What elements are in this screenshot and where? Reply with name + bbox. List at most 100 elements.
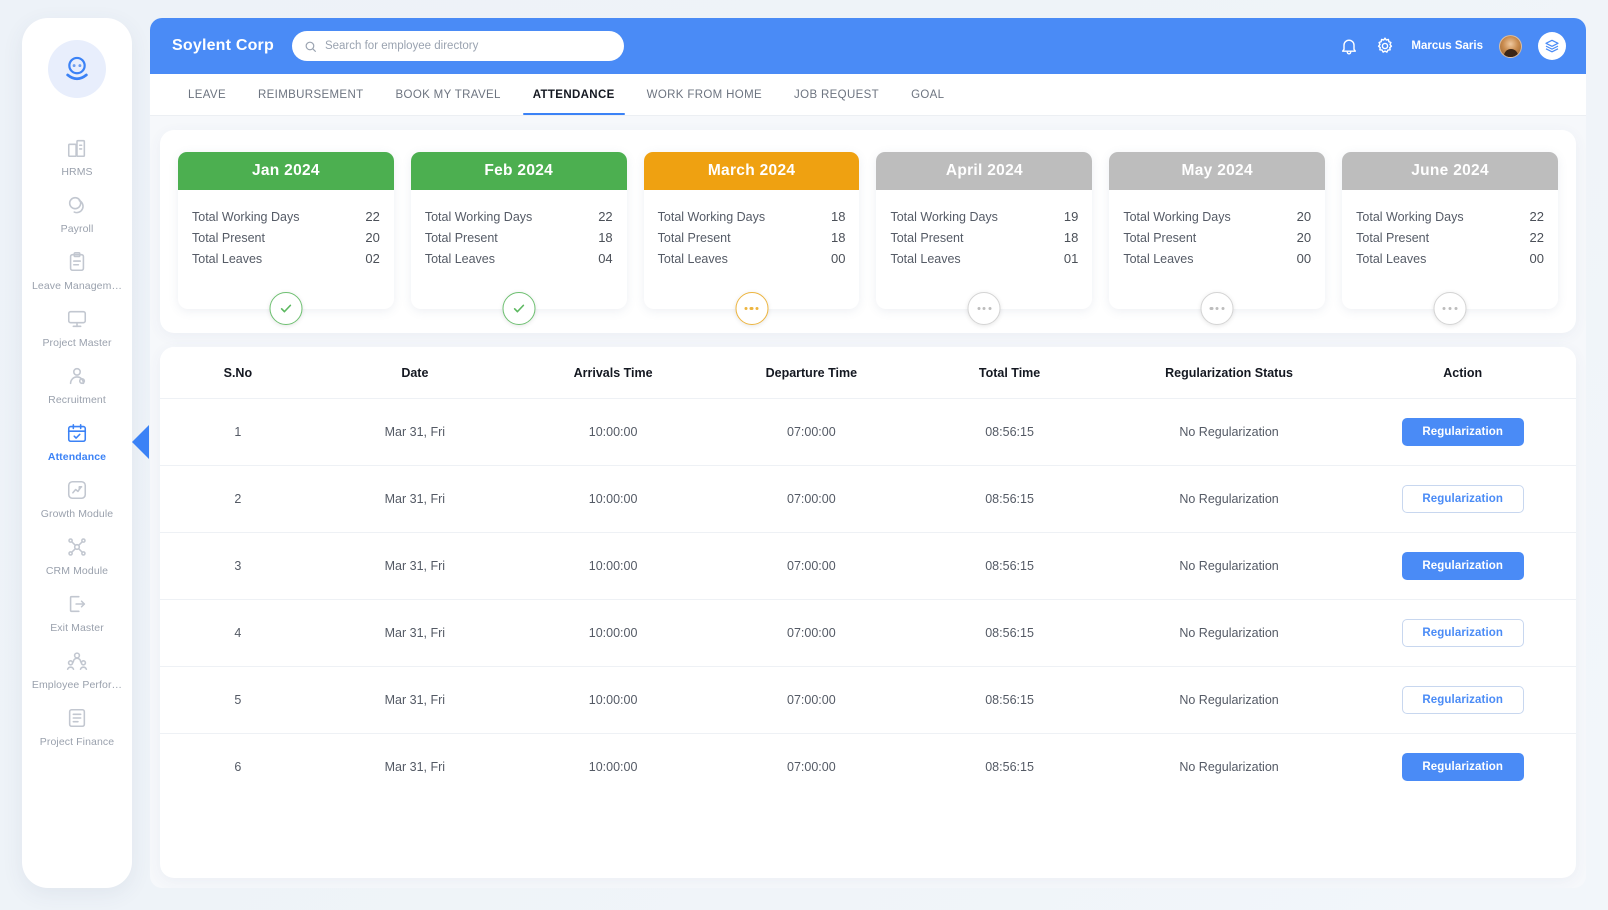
sidebar-item-exit-master[interactable]: Exit Master: [22, 584, 132, 641]
regularization-button[interactable]: Regularization: [1401, 753, 1524, 781]
regularization-button[interactable]: Regularization: [1401, 485, 1524, 513]
label-working-days: Total Working Days: [424, 210, 533, 224]
sidebar-item-hrms[interactable]: HRMS: [22, 128, 132, 185]
attendance-table-panel: S.No Date Arrivals Time Departure Time T…: [160, 347, 1576, 878]
table-row: 4 Mar 31, Fri 10:00:00 07:00:00 08:56:15 No R…: [160, 599, 1576, 667]
table-row: 5 Mar 31, Fri 10:00:00 07:00:00 08:56:15 No R…: [160, 666, 1576, 734]
month-card[interactable]: June 2024 Total Working Days 22 Total Prese…: [1342, 152, 1558, 325]
sidebar-item-payroll[interactable]: Payroll: [22, 185, 132, 242]
tab-reimbursement[interactable]: REIMBURSEMENT: [242, 74, 380, 115]
value-total-present: 18: [1063, 230, 1079, 245]
check-icon[interactable]: [502, 292, 536, 325]
file-finance-icon: [64, 705, 90, 731]
cell-regularization-status: No Regularization: [1108, 599, 1350, 667]
sidebar-item-leave-managem[interactable]: Leave Managem…: [22, 242, 132, 299]
regularization-button[interactable]: Regularization: [1401, 619, 1524, 647]
clipboard-icon: [64, 249, 90, 275]
ellipsis-icon[interactable]: [1200, 292, 1234, 325]
cell-sno: 4: [160, 599, 316, 667]
cell-regularization-status: No Regularization: [1108, 733, 1350, 800]
sidebar-item-project-finance[interactable]: Project Finance: [22, 698, 132, 755]
tab-book-my-travel[interactable]: BOOK MY TRAVEL: [380, 74, 517, 115]
sidebar-item-label: Payroll: [60, 223, 94, 235]
tab-work-from-home[interactable]: WORK FROM HOME: [631, 74, 778, 115]
main-area: Soylent Corp Search for employee directo…: [150, 18, 1586, 888]
cell-date: Mar 31, Fri: [315, 599, 514, 667]
cell-arrival-time: 10:00:00: [513, 532, 713, 600]
table-header-row: S.No Date Arrivals Time Departure Time T…: [160, 347, 1576, 399]
sidebar-item-label: Recruitment: [48, 394, 106, 406]
table-head: S.No Date Arrivals Time Departure Time T…: [160, 347, 1576, 399]
ellipsis-icon[interactable]: [967, 292, 1001, 325]
cell-date: Mar 31, Fri: [315, 733, 514, 800]
month-card-body: Total Working Days 22 Total Present 18 Total…: [411, 190, 627, 275]
row-working-days: Total Working Days 22: [192, 206, 380, 227]
sidebar-item-project-master[interactable]: Project Master: [22, 299, 132, 356]
th-departure: Departure Time: [712, 347, 911, 399]
cell-action: Regularization: [1349, 666, 1576, 734]
month-card[interactable]: Feb 2024 Total Working Days 22 Total Presen…: [410, 152, 627, 325]
cell-date: Mar 31, Fri: [315, 465, 514, 533]
cell-sno: 2: [160, 465, 316, 533]
sidebar-item-label: Growth Module: [40, 508, 114, 520]
robot-avatar-logo: [66, 56, 88, 81]
row-total-leaves: Total Leaves 04: [425, 248, 613, 269]
sidebar-item-label: Leave Managem…: [31, 280, 123, 292]
cell-date: Mar 31, Fri: [315, 532, 514, 600]
month-card[interactable]: Jan 2024 Total Working Days 22 Total Presen…: [178, 152, 394, 325]
row-total-present: Total Present 22: [1356, 227, 1544, 248]
app-logo[interactable]: [48, 40, 106, 98]
tab-goal[interactable]: GOAL: [895, 74, 960, 115]
value-total-leaves: 01: [1063, 251, 1079, 266]
sidebar-item-label: Project Master: [42, 337, 112, 349]
cell-sno: 5: [160, 666, 316, 734]
row-total-present: Total Present 20: [192, 227, 380, 248]
check-icon[interactable]: [269, 292, 303, 325]
top-header-bar: Soylent Corp Search for employee directo…: [150, 18, 1586, 74]
month-card[interactable]: May 2024 Total Working Days 20 Total Presen…: [1109, 152, 1326, 325]
bell-icon[interactable]: [1339, 36, 1359, 56]
tab-leave[interactable]: LEAVE: [172, 74, 242, 115]
chart-growth-icon: [64, 477, 90, 503]
tab-attendance[interactable]: ATTENDANCE: [517, 74, 631, 115]
cell-regularization-status: No Regularization: [1108, 465, 1350, 533]
sidebar-item-crm-module[interactable]: CRM Module: [22, 527, 132, 584]
network-user-icon: [64, 534, 90, 560]
topbar-actions: Marcus Saris: [1339, 32, 1566, 60]
cell-action: Regularization: [1349, 465, 1576, 533]
sidebar-item-growth-module[interactable]: Growth Module: [22, 470, 132, 527]
row-total-leaves: Total Leaves 02: [192, 248, 380, 269]
cell-departure-time: 07:00:00: [712, 532, 911, 600]
sidebar-item-employee-perfor[interactable]: Employee Perfor…: [22, 641, 132, 698]
regularization-button[interactable]: Regularization: [1401, 686, 1524, 714]
sidebar-item-label: Attendance: [47, 451, 107, 463]
month-card[interactable]: March 2024 Total Working Days 18 Total Pres…: [643, 152, 860, 325]
user-name-label: Marcus Saris: [1411, 40, 1483, 52]
value-working-days: 19: [1063, 209, 1079, 224]
sidebar-item-label: Exit Master: [50, 622, 104, 634]
avatar[interactable]: [1499, 34, 1522, 58]
row-working-days: Total Working Days 19: [890, 206, 1078, 227]
row-total-leaves: Total Leaves 00: [1123, 248, 1311, 269]
ellipsis-icon[interactable]: [1433, 292, 1467, 325]
brand-title: Soylent Corp: [172, 37, 274, 54]
layers-icon[interactable]: [1538, 32, 1566, 60]
tab-job-request[interactable]: JOB REQUEST: [778, 74, 895, 115]
sidebar-item-attendance[interactable]: Attendance: [22, 413, 132, 470]
sidebar-item-recruitment[interactable]: Recruitment: [22, 356, 132, 413]
sidebar-item-label: HRMS: [61, 166, 93, 178]
search-input[interactable]: [324, 40, 612, 52]
regularization-button[interactable]: Regularization: [1401, 418, 1524, 446]
cell-total-time: 08:56:15: [910, 599, 1109, 667]
th-regularization-status: Regularization Status: [1108, 347, 1350, 399]
value-total-leaves: 00: [1529, 251, 1544, 266]
row-total-leaves: Total Leaves 00: [658, 248, 846, 269]
regularization-button[interactable]: Regularization: [1401, 552, 1524, 580]
cell-action: Regularization: [1349, 733, 1576, 800]
cell-arrival-time: 10:00:00: [513, 398, 713, 466]
label-total-present: Total Present: [424, 231, 498, 245]
search-box[interactable]: [291, 31, 624, 61]
gear-icon[interactable]: [1375, 36, 1395, 56]
ellipsis-icon[interactable]: [735, 292, 769, 325]
month-card[interactable]: April 2024 Total Working Days 19 Total Pres…: [876, 152, 1093, 325]
